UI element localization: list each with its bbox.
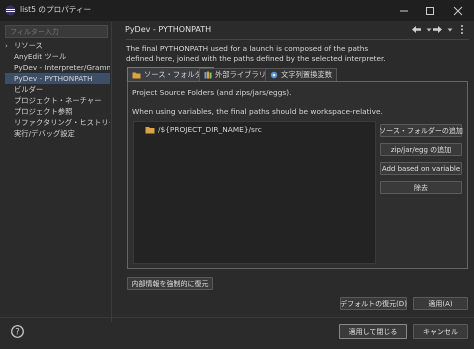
cancel-button[interactable]: キャンセル — [413, 324, 468, 339]
restore-defaults-button[interactable]: デフォルトの復元(D) — [340, 297, 407, 310]
apply-button[interactable]: 適用(A) — [413, 297, 468, 310]
variables-note: When using variables, the final paths sh… — [132, 107, 383, 116]
chevron-right-icon[interactable]: › — [5, 40, 14, 51]
footer-divider — [0, 317, 474, 318]
more-vertical-icon — [460, 25, 463, 34]
nav-item-anyedit[interactable]: AnyEdit ツール — [5, 51, 110, 62]
minimize-icon — [400, 10, 408, 11]
add-source-folder-button[interactable]: ソース・フォルダーの追加 — [379, 124, 463, 137]
nav-item-pydev-pythonpath[interactable]: PyDev - PYTHONPATH — [5, 73, 110, 84]
apply-and-close-button[interactable]: 適用して閉じる — [339, 324, 407, 339]
header-divider — [126, 39, 469, 40]
nav-item-resource[interactable]: › リソース — [5, 40, 110, 51]
help-icon[interactable]: ? — [11, 325, 24, 338]
nav-item-project-natures[interactable]: プロジェクト・ネーチャー — [5, 95, 110, 106]
source-folder-icon — [132, 72, 141, 78]
panel-sash[interactable] — [111, 22, 112, 322]
arrow-left-icon — [412, 26, 421, 33]
arrow-right-icon — [433, 26, 442, 33]
svg-text:?: ? — [15, 328, 20, 338]
tab-string-substitution[interactable]: 文字列置換変数 — [265, 68, 338, 81]
folder-icon — [145, 126, 155, 133]
remove-button[interactable]: 除去 — [380, 181, 462, 194]
nav-item-project-references[interactable]: プロジェクト参照 — [5, 106, 110, 117]
maximize-icon — [426, 6, 434, 15]
window-title: list5 のプロパティー — [20, 5, 92, 14]
page-description: The final PYTHONPATH used for a launch i… — [126, 44, 386, 63]
tree-item[interactable]: /${PROJECT_DIR_NAME}/src — [145, 125, 262, 134]
nav-item-refactoring-history[interactable]: リファクタリング・ヒストリー — [5, 117, 110, 128]
nav-item-run-debug-settings[interactable]: 実行/デバッグ設定 — [5, 128, 110, 139]
filter-input[interactable] — [5, 25, 108, 38]
nav-item-pydev-interpreter[interactable]: PyDev - Interpreter/Gramma — [5, 62, 110, 73]
source-folders-tree[interactable] — [133, 121, 376, 264]
add-zip-jar-egg-button[interactable]: zip/jar/egg の追加 — [380, 143, 462, 156]
library-icon — [204, 71, 212, 79]
chevron-down-icon — [447, 28, 452, 31]
view-menu-button[interactable] — [455, 23, 468, 36]
maximize-button[interactable] — [417, 0, 443, 21]
nav-item-builders[interactable]: ビルダー — [5, 84, 110, 95]
preference-nav-tree: › リソース AnyEdit ツール PyDev - Interpreter/Gr… — [5, 40, 110, 340]
minimize-button[interactable] — [391, 0, 417, 21]
add-based-on-variable-button[interactable]: Add based on variable — [380, 162, 462, 175]
force-restore-internal-info-button[interactable]: 内部情報を強制的に復元 — [127, 277, 213, 290]
source-folders-heading: Project Source Folders (and zips/jars/eg… — [132, 88, 292, 97]
close-icon — [453, 6, 463, 15]
variable-icon — [270, 71, 278, 79]
page-title: PyDev - PYTHONPATH — [125, 25, 212, 34]
eclipse-app-icon — [5, 5, 16, 16]
close-button[interactable] — [445, 0, 471, 21]
